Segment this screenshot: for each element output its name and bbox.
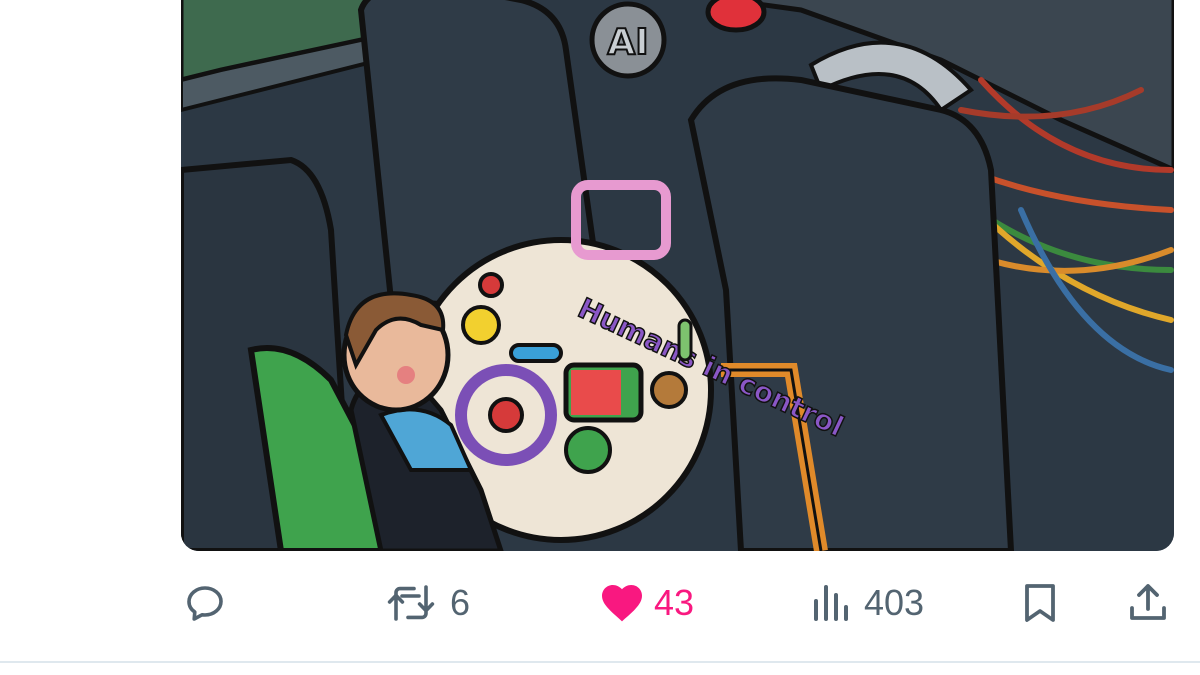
bookmark-icon bbox=[1025, 584, 1055, 622]
views-count: 403 bbox=[864, 582, 925, 623]
share-icon bbox=[1130, 584, 1166, 620]
ai-badge-text: AI bbox=[607, 22, 648, 63]
post-action-bar: 6 43 403 bbox=[0, 560, 1200, 650]
bookmark-button[interactable] bbox=[1016, 578, 1064, 628]
post-media-image[interactable]: AI Humans in control bbox=[181, 0, 1174, 551]
views-button[interactable]: 403 bbox=[808, 578, 924, 628]
bar-chart-icon bbox=[814, 585, 848, 621]
share-button[interactable] bbox=[1124, 578, 1172, 628]
illustration: AI Humans in control bbox=[181, 0, 1174, 551]
post-divider bbox=[0, 661, 1200, 663]
like-count: 43 bbox=[654, 582, 695, 623]
repost-count: 6 bbox=[450, 582, 471, 623]
reply-button[interactable] bbox=[181, 578, 229, 628]
reply-icon bbox=[187, 586, 223, 621]
repost-button[interactable]: 6 bbox=[386, 578, 470, 628]
repost-icon bbox=[387, 585, 435, 621]
heart-icon bbox=[602, 585, 642, 622]
like-button[interactable]: 43 bbox=[598, 578, 694, 628]
